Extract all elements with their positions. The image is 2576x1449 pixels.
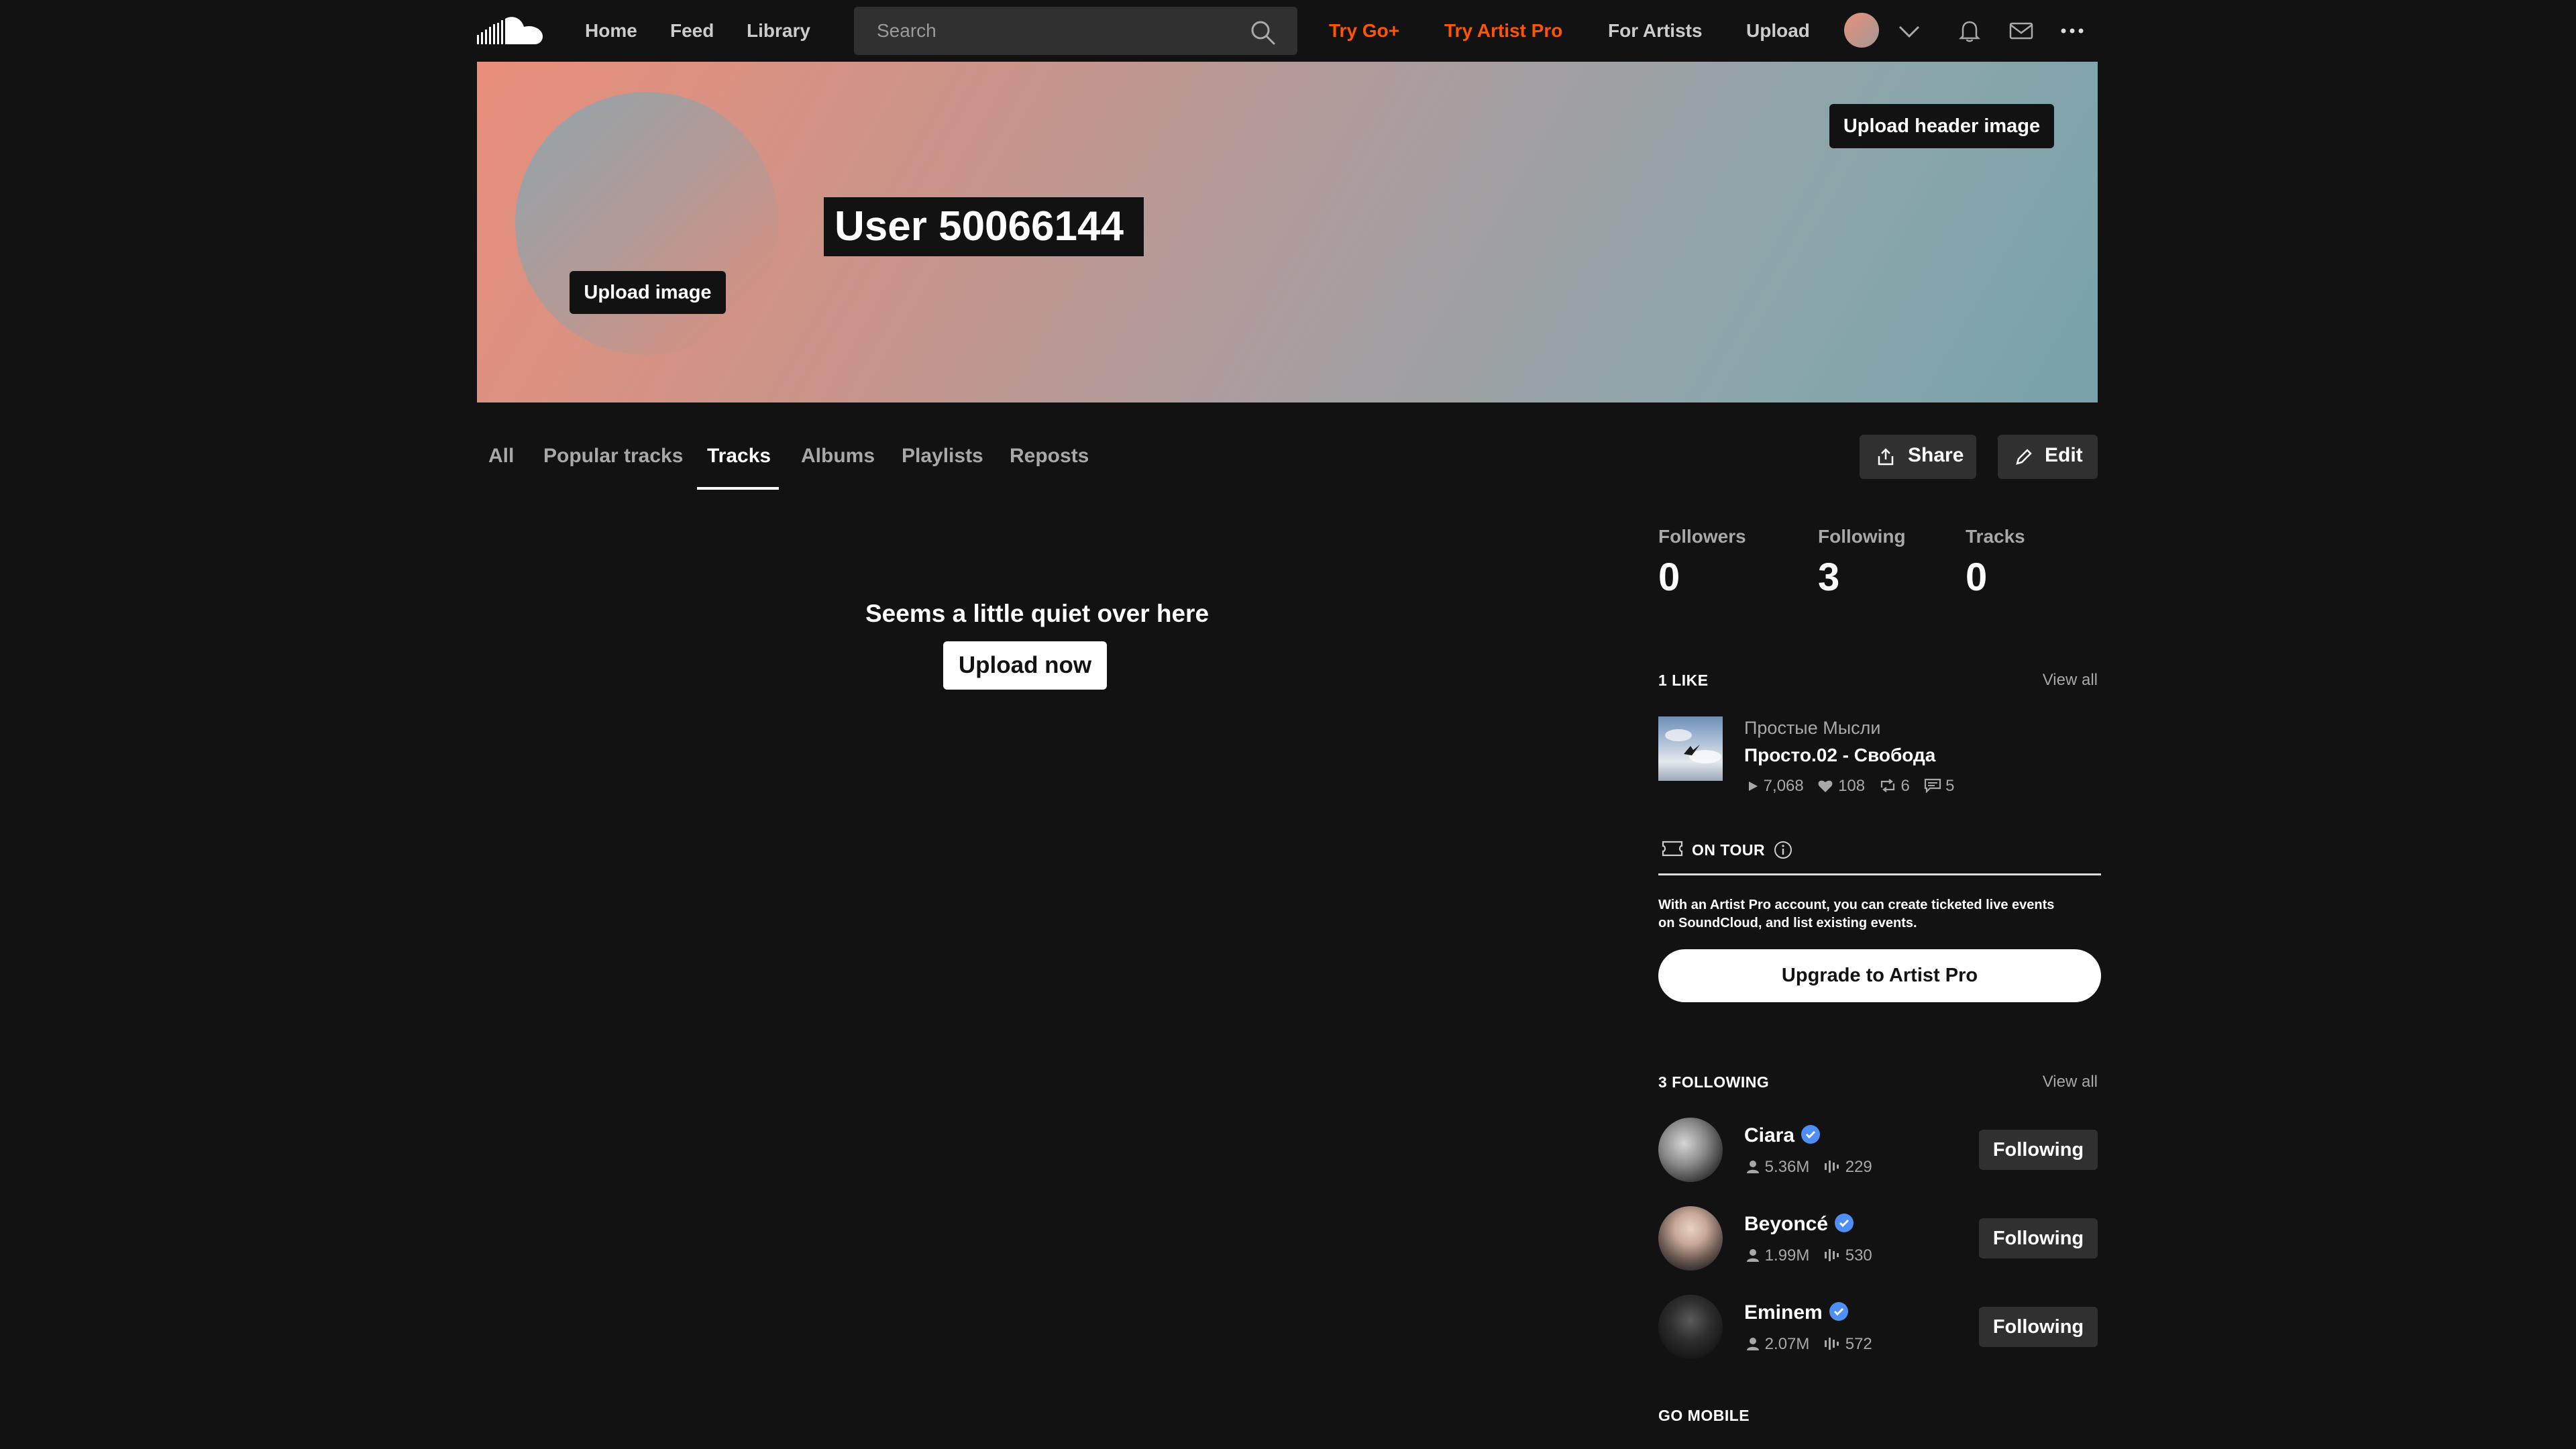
upload-link[interactable]: Upload [1746, 19, 1810, 43]
go-mobile-title: GO MOBILE [1658, 1407, 1750, 1424]
following-button[interactable]: Following [1979, 1307, 2098, 1347]
share-button[interactable]: Share [1860, 435, 1976, 479]
tab-popular-tracks[interactable]: Popular tracks [543, 443, 683, 470]
likes-view-all-link[interactable]: View all [2043, 671, 2098, 690]
search-input[interactable] [854, 7, 1252, 55]
verified-icon [1835, 1214, 1854, 1233]
page-title: User 50066144 [824, 197, 1144, 256]
following-label[interactable]: Following [1818, 526, 1906, 547]
person-icon [1747, 1161, 1759, 1173]
edit-button[interactable]: Edit [1998, 435, 2098, 479]
follower-count: 1.99M [1764, 1246, 1810, 1265]
bird-icon [1665, 729, 1721, 763]
liked-track-artist[interactable]: Простые Мысли [1744, 718, 1880, 739]
play-icon [1749, 782, 1758, 791]
following-user-stats: 1.99M 530 [1746, 1246, 1872, 1265]
following-user-name[interactable]: Beyoncé [1744, 1213, 1854, 1236]
following-user-name-text: Ciara [1744, 1124, 1795, 1146]
edit-label: Edit [2045, 444, 2083, 466]
comment-icon [1924, 778, 1941, 794]
comment-count: 5 [1945, 777, 1955, 795]
verified-icon [1801, 1125, 1821, 1144]
track-count: 530 [1845, 1246, 1872, 1265]
following-count[interactable]: 3 [1818, 554, 1839, 601]
tab-playlists[interactable]: Playlists [902, 443, 983, 470]
tab-tracks[interactable]: Tracks [707, 443, 771, 470]
tab-all[interactable]: All [488, 443, 514, 470]
nav-feed[interactable]: Feed [670, 19, 714, 43]
nav-home[interactable]: Home [585, 19, 637, 43]
waveform-icon [1825, 1161, 1839, 1173]
share-icon [1878, 448, 1894, 466]
ticket-icon [1662, 841, 1683, 857]
person-icon [1747, 1249, 1759, 1262]
try-go-plus-link[interactable]: Try Go+ [1329, 19, 1399, 43]
on-tour-description: With an Artist Pro account, you can crea… [1658, 896, 2054, 932]
user-avatar[interactable] [1844, 13, 1879, 48]
play-count: 7,068 [1763, 777, 1804, 795]
tab-albums[interactable]: Albums [801, 443, 875, 470]
pencil-icon [2016, 449, 2032, 465]
verified-icon [1829, 1302, 1848, 1322]
track-count: 229 [1845, 1158, 1872, 1176]
for-artists-link[interactable]: For Artists [1608, 19, 1703, 43]
track-stats: 7,068 108 6 5 [1747, 777, 1955, 796]
liked-track-title[interactable]: Просто.02 - Свобода [1744, 745, 1935, 766]
profile-image [515, 92, 778, 355]
on-tour-title: ON TOUR [1692, 841, 1766, 859]
following-user-name-text: Beyoncé [1744, 1213, 1829, 1235]
chevron-down-icon[interactable] [1896, 17, 1923, 44]
upgrade-to-artist-pro-button[interactable]: Upgrade to Artist Pro [1658, 949, 2101, 1002]
following-button[interactable]: Following [1979, 1218, 2098, 1258]
avatar[interactable] [1658, 1118, 1723, 1182]
empty-state-title: Seems a little quiet over here [865, 600, 1210, 627]
bell-icon[interactable] [1956, 17, 1983, 44]
tracks-count[interactable]: 0 [1966, 554, 1987, 601]
try-artist-pro-link[interactable]: Try Artist Pro [1444, 19, 1562, 43]
follower-count: 5.36M [1764, 1158, 1810, 1176]
waveform-icon [1825, 1338, 1839, 1350]
tracks-label[interactable]: Tracks [1966, 526, 2025, 547]
upload-header-image-button[interactable]: Upload header image [1829, 104, 2054, 148]
on-tour-description-line-2: on SoundCloud, and list existing events. [1658, 916, 1917, 930]
following-user-name-text: Eminem [1744, 1301, 1823, 1324]
following-user-name[interactable]: Ciara [1744, 1124, 1821, 1147]
followers-label[interactable]: Followers [1658, 526, 1746, 547]
following-section-title: 3 FOLLOWING [1658, 1073, 1770, 1091]
following-user-stats: 5.36M 229 [1746, 1158, 1872, 1177]
repost-count: 6 [1900, 777, 1910, 795]
follower-count: 2.07M [1764, 1335, 1810, 1353]
soundcloud-logo-icon[interactable] [477, 15, 544, 47]
following-view-all-link[interactable]: View all [2043, 1073, 2098, 1091]
search-box [854, 7, 1297, 55]
followers-count[interactable]: 0 [1658, 554, 1680, 601]
more-icon[interactable] [2059, 17, 2086, 44]
upload-now-button[interactable]: Upload now [943, 641, 1107, 690]
following-user-stats: 2.07M 572 [1746, 1335, 1872, 1354]
info-icon[interactable] [1773, 840, 1793, 860]
track-count: 572 [1845, 1335, 1872, 1353]
divider [1658, 873, 2101, 875]
search-icon[interactable] [1249, 19, 1276, 46]
upload-image-button[interactable]: Upload image [570, 271, 726, 314]
like-count: 108 [1838, 777, 1866, 795]
share-label: Share [1908, 444, 1964, 466]
likes-section-title: 1 LIKE [1658, 672, 1709, 689]
tab-reposts[interactable]: Reposts [1010, 443, 1089, 470]
active-tab-indicator [697, 487, 779, 490]
following-button[interactable]: Following [1979, 1130, 2098, 1170]
repost-icon [1880, 779, 1894, 792]
profile-header-banner: Upload image User 50066144 Upload header… [477, 62, 2098, 402]
track-artwork[interactable] [1658, 716, 1723, 781]
avatar[interactable] [1658, 1295, 1723, 1359]
nav-library[interactable]: Library [747, 19, 810, 43]
waveform-icon [1825, 1249, 1839, 1261]
avatar[interactable] [1658, 1206, 1723, 1271]
mail-icon[interactable] [2008, 17, 2035, 44]
heart-icon [1818, 780, 1833, 792]
top-navigation: Home Feed Library Try Go+ Try Artist Pro… [0, 0, 2576, 62]
person-icon [1747, 1338, 1759, 1350]
following-user-name[interactable]: Eminem [1744, 1301, 1848, 1324]
on-tour-description-line-1: With an Artist Pro account, you can crea… [1658, 898, 2055, 912]
